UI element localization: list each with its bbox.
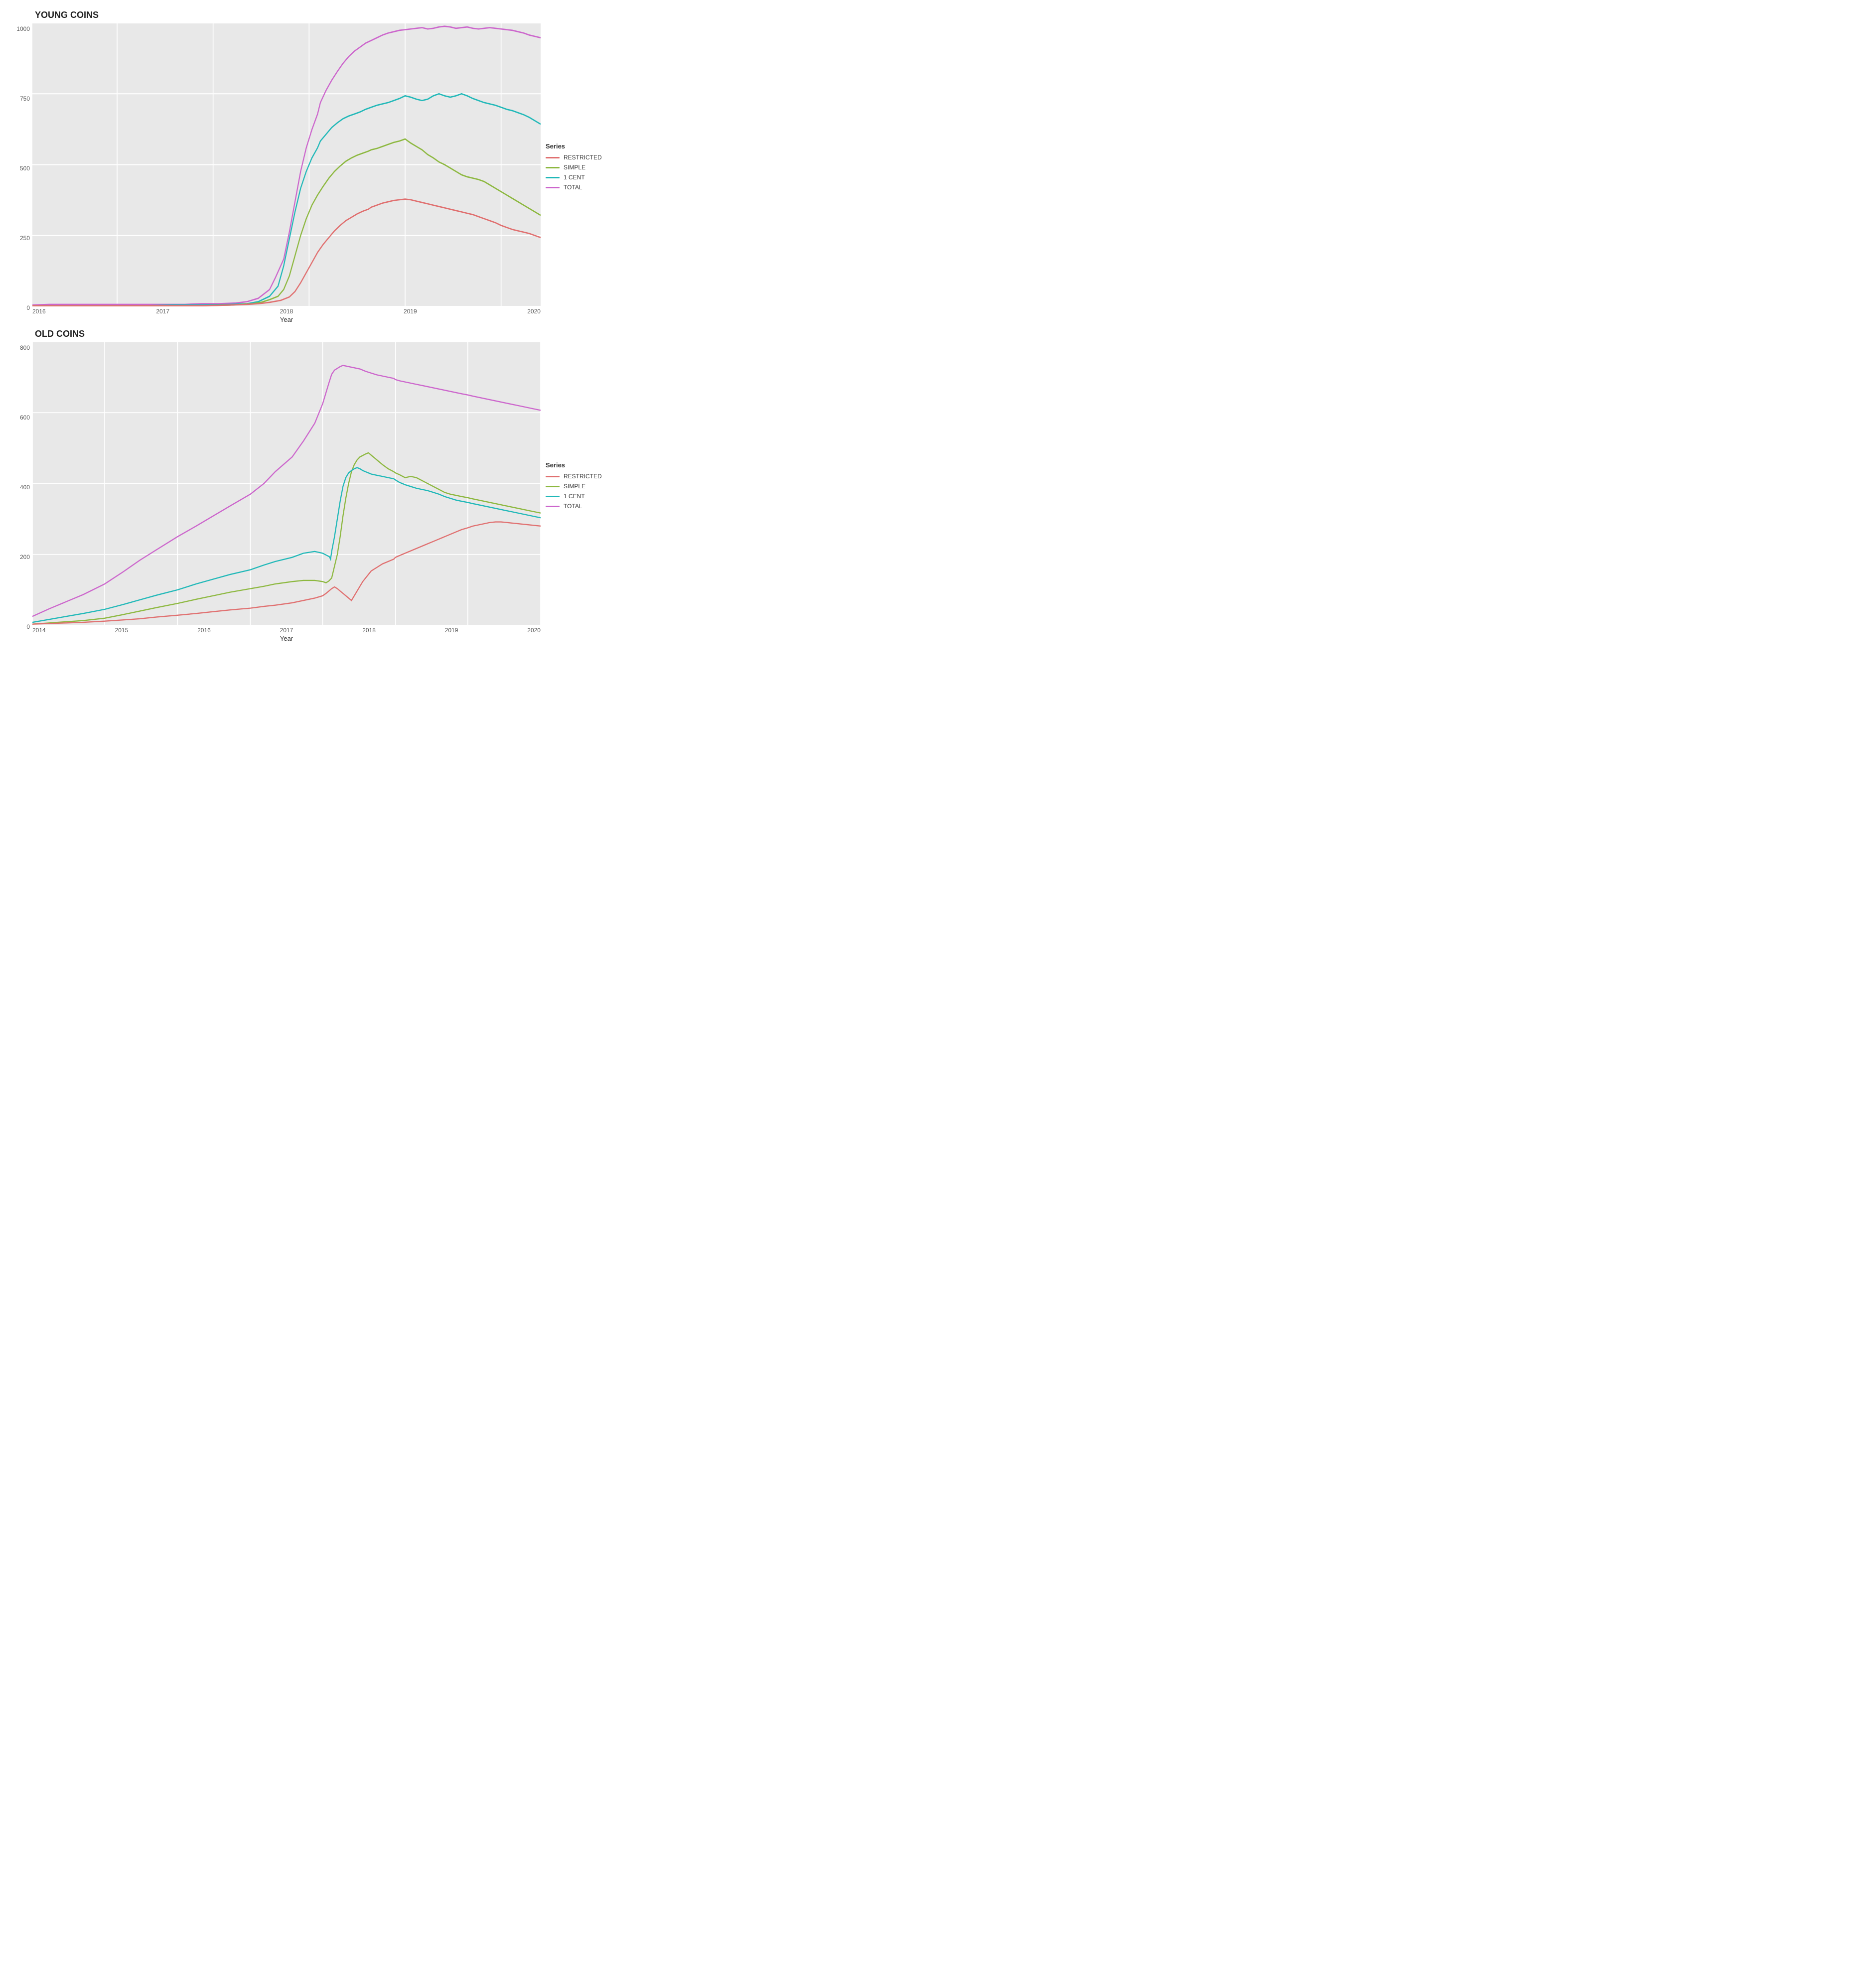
legend-label-one-cent: 1 CENT	[564, 174, 585, 181]
old-coins-chart: OLD COINS 800 600 400 200 0	[5, 329, 620, 643]
legend-line-one-cent-2	[546, 496, 560, 497]
y-label: 200	[20, 554, 30, 561]
legend-line-restricted-2	[546, 476, 560, 477]
old-coins-title: OLD COINS	[35, 329, 541, 339]
y-label: 250	[20, 235, 30, 242]
old-coins-legend-title: Series	[546, 461, 618, 469]
old-coins-plot	[32, 342, 541, 625]
legend-line-total	[546, 187, 560, 188]
legend-item-one-cent: 1 CENT	[546, 174, 618, 181]
x-tick: 2017	[156, 308, 169, 315]
young-coins-x-label: Year	[280, 316, 293, 323]
old-coins-y-axis: 800 600 400 200 0	[5, 342, 32, 643]
young-coins-chart: YOUNG COINS 1000 750 500 250 0	[5, 10, 620, 324]
old-coins-plot-and-x: 2014 2015 2016 2017 2018 2019 2020 Year	[32, 342, 541, 643]
x-tick: 2016	[32, 308, 46, 315]
y-label: 500	[20, 165, 30, 172]
legend-label-total-2: TOTAL	[564, 503, 582, 510]
young-coins-plot	[32, 23, 541, 306]
y-label: 0	[26, 623, 30, 630]
legend-item-restricted-2: RESTRICTED	[546, 473, 618, 480]
legend-line-total-2	[546, 506, 560, 507]
old-coins-x-label: Year	[280, 635, 293, 642]
legend-item-restricted: RESTRICTED	[546, 154, 618, 161]
legend-line-simple	[546, 167, 560, 168]
x-tick: 2020	[527, 627, 541, 634]
x-tick: 2014	[32, 627, 46, 634]
legend-label-simple: SIMPLE	[564, 164, 585, 171]
y-label: 400	[20, 484, 30, 491]
legend-label-total: TOTAL	[564, 184, 582, 191]
old-coins-x-ticks: 2014 2015 2016 2017 2018 2019 2020	[32, 625, 541, 634]
y-label: 750	[20, 95, 30, 102]
legend-item-total-2: TOTAL	[546, 503, 618, 510]
legend-line-simple-2	[546, 486, 560, 487]
x-tick: 2019	[445, 627, 458, 634]
old-coins-x-axis: 2014 2015 2016 2017 2018 2019 2020 Year	[32, 625, 541, 643]
y-label: 600	[20, 414, 30, 421]
young-coins-title: YOUNG COINS	[35, 10, 541, 20]
legend-item-simple: SIMPLE	[546, 164, 618, 171]
legend-item-one-cent-2: 1 CENT	[546, 493, 618, 500]
young-coins-svg	[32, 23, 541, 306]
young-coins-legend-title: Series	[546, 142, 618, 150]
young-coins-plot-and-x: 2016 2017 2018 2019 2020 Year	[32, 23, 541, 324]
legend-item-simple-2: SIMPLE	[546, 483, 618, 490]
old-coins-svg	[32, 342, 541, 625]
x-tick: 2015	[115, 627, 129, 634]
y-label: 1000	[16, 25, 30, 32]
legend-label-simple-2: SIMPLE	[564, 483, 585, 490]
legend-item-total: TOTAL	[546, 184, 618, 191]
young-coins-x-ticks: 2016 2017 2018 2019 2020	[32, 306, 541, 315]
x-tick: 2017	[280, 627, 293, 634]
legend-label-restricted: RESTRICTED	[564, 154, 602, 161]
young-coins-area: YOUNG COINS 1000 750 500 250 0	[5, 10, 541, 324]
legend-line-restricted	[546, 157, 560, 158]
young-coins-legend: Series RESTRICTED SIMPLE 1 CENT TOTAL	[541, 10, 620, 324]
old-coins-legend: Series RESTRICTED SIMPLE 1 CENT TOTAL	[541, 329, 620, 643]
y-label: 800	[20, 344, 30, 351]
x-tick: 2020	[527, 308, 541, 315]
legend-line-one-cent	[546, 177, 560, 178]
x-tick: 2018	[280, 308, 293, 315]
old-coins-inner: 800 600 400 200 0	[5, 342, 541, 643]
young-coins-inner: 1000 750 500 250 0	[5, 23, 541, 324]
x-tick: 2018	[362, 627, 376, 634]
x-tick: 2019	[404, 308, 417, 315]
x-tick: 2016	[197, 627, 211, 634]
y-label: 0	[26, 304, 30, 311]
legend-label-one-cent-2: 1 CENT	[564, 493, 585, 500]
young-coins-y-axis: 1000 750 500 250 0	[5, 23, 32, 324]
old-coins-area: OLD COINS 800 600 400 200 0	[5, 329, 541, 643]
legend-label-restricted-2: RESTRICTED	[564, 473, 602, 480]
young-coins-x-axis: 2016 2017 2018 2019 2020 Year	[32, 306, 541, 324]
